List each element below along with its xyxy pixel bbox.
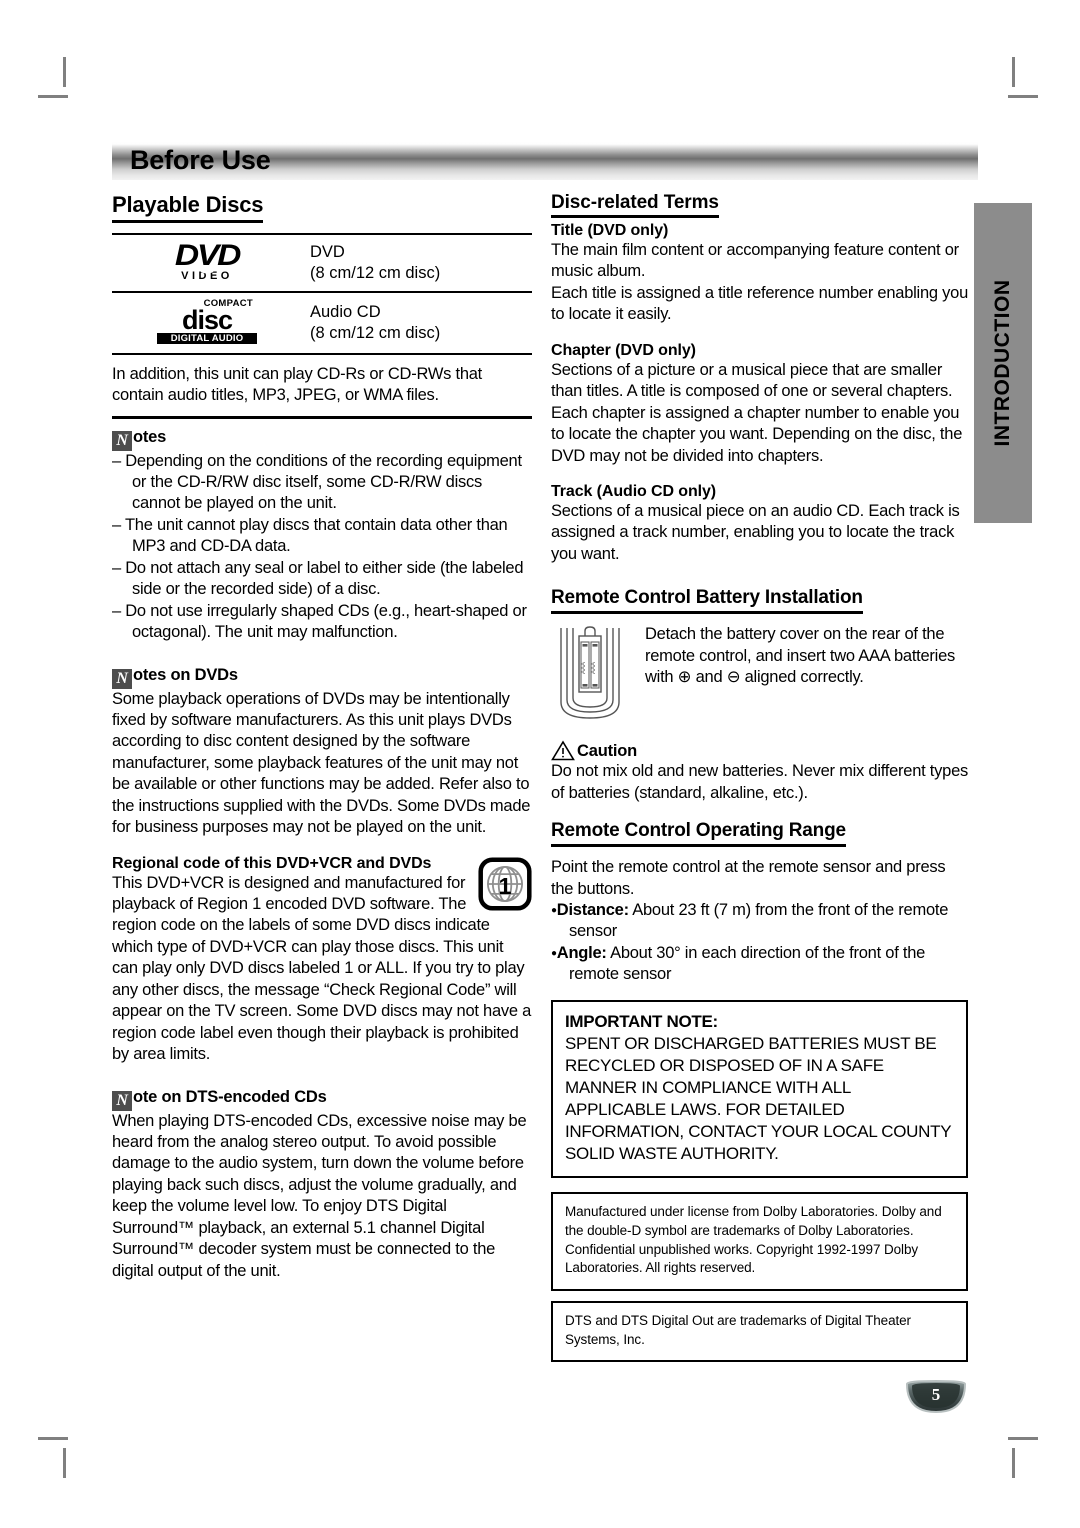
region-globe-icon: 1 — [478, 857, 532, 911]
dts-notice-box: DTS and DTS Digital Out are trademarks o… — [551, 1300, 968, 1363]
crop-mark-bottom-right-horizontal — [1008, 1437, 1038, 1440]
svg-text:AAA: AAA — [581, 662, 587, 674]
caution-body: Do not mix old and new batteries. Never … — [551, 762, 968, 802]
note-n-badge-icon: N — [112, 668, 132, 689]
note-n-badge-icon: N — [112, 430, 132, 451]
operating-range-angle-text: About 30° in each direction of the front… — [569, 943, 926, 984]
playable-discs-table: DVD VIDEO DVD (8 cm/12 cm disc) COMPACT … — [112, 232, 532, 355]
list-item: Distance: About 23 ft (7 m) from the fro… — [551, 900, 968, 943]
heading-term-chapter: Chapter (DVD only) — [551, 341, 696, 359]
heading-battery-installation: Remote Control Battery Installation — [551, 587, 863, 615]
note-n-badge-icon: N — [112, 1090, 132, 1111]
page-header-banner: Before Use — [112, 142, 978, 180]
heading-caution: Caution — [577, 742, 638, 761]
crop-mark-bottom-right-vertical — [1012, 1448, 1015, 1478]
heading-note-dts-text: ote on DTS-encoded CDs — [133, 1087, 327, 1106]
heading-notes-on-dvds: Notes on DVDs — [112, 666, 532, 689]
table-row: COMPACT disc DIGITAL AUDIO Audio CD (8 c… — [112, 292, 532, 355]
notes-on-dvds-body: Some playback operations of DVDs may be … — [112, 689, 531, 837]
heading-regional-code: Regional code of this DVD+VCR and DVDs — [112, 854, 432, 872]
cd-logo-disc-text: disc — [181, 304, 233, 335]
heading-disc-related-terms: Disc-related Terms — [551, 192, 719, 218]
dolby-notice-text: Manufactured under license from Dolby La… — [565, 1204, 942, 1276]
crop-mark-top-left-vertical — [63, 57, 66, 87]
page-title: Before Use — [130, 145, 271, 175]
disc-type-detail: (8 cm/12 cm disc) — [310, 264, 441, 283]
important-note-title: IMPORTANT NOTE: — [565, 1011, 718, 1031]
list-item: Do not attach any seal or label to eithe… — [112, 558, 532, 601]
list-item: The unit cannot play discs that contain … — [112, 515, 532, 558]
heading-notes-on-dvds-text: otes on DVDs — [133, 665, 238, 684]
list-item: Do not use irregularly shaped CDs (e.g.,… — [112, 601, 532, 644]
crop-mark-top-right-vertical — [1012, 57, 1015, 87]
heading-playable-discs: Playable Discs — [112, 192, 263, 223]
right-column: Disc-related Terms Title (DVD only) The … — [551, 192, 969, 1363]
cd-logo-digital-audio-text: DIGITAL AUDIO — [157, 332, 257, 345]
note-dts-body: When playing DTS-encoded CDs, excessive … — [112, 1111, 527, 1280]
battery-installation-body: Detach the battery cover on the rear of … — [645, 625, 956, 687]
svg-text:AAA: AAA — [591, 662, 597, 674]
disc-type-name: Audio CD — [310, 302, 381, 321]
crop-mark-top-right-horizontal — [1008, 95, 1038, 98]
term-title-body: The main film content or accompanying fe… — [551, 241, 969, 324]
crop-mark-bottom-left-horizontal — [38, 1437, 68, 1440]
disc-type-detail: (8 cm/12 cm disc) — [310, 323, 441, 342]
section-tab-introduction: INTRODUCTION — [974, 203, 1032, 523]
term-chapter-body: Sections of a picture or a musical piece… — [551, 360, 963, 465]
left-column: Playable Discs DVD VIDEO DVD (8 cm/12 cm… — [112, 192, 532, 1282]
heading-note-dts: Note on DTS-encoded CDs — [112, 1088, 532, 1111]
table-row: DVD VIDEO DVD (8 cm/12 cm disc) — [112, 232, 532, 294]
heading-notes: Notes — [112, 428, 532, 451]
svg-text:1: 1 — [498, 872, 511, 898]
list-item: Angle: About 30° in each direction of th… — [551, 943, 968, 986]
regional-code-body: This DVD+VCR is designed and manufacture… — [112, 873, 532, 1064]
playable-discs-addendum: In addition, this unit can play CD-Rs or… — [112, 364, 483, 405]
regional-code-section: 1 Regional code of this DVD+VCR and DVDs… — [112, 855, 532, 1066]
term-track-body: Sections of a musical piece on an audio … — [551, 501, 960, 563]
page-number-badge: 5 — [905, 1379, 967, 1414]
list-item: Depending on the conditions of the recor… — [112, 451, 532, 515]
disc-type-name: DVD — [310, 242, 345, 261]
warning-triangle-icon — [551, 740, 575, 761]
battery-installation-row: AAA AAA Detach the battery cover on the … — [551, 624, 968, 724]
disc-type-cell: DVD (8 cm/12 cm disc) — [302, 232, 532, 294]
important-note-box: IMPORTANT NOTE: SPENT OR DISCHARGED BATT… — [551, 999, 968, 1179]
page-number-text: 5 — [931, 1385, 941, 1404]
dolby-notice-box: Manufactured under license from Dolby La… — [551, 1192, 968, 1291]
section-tab-label: INTRODUCTION — [991, 279, 1014, 447]
disc-type-cell: Audio CD (8 cm/12 cm disc) — [302, 292, 532, 355]
heading-operating-range: Remote Control Operating Range — [551, 820, 846, 848]
dts-notice-text: DTS and DTS Digital Out are trademarks o… — [565, 1312, 911, 1347]
compact-disc-digital-audio-logo-icon: COMPACT disc DIGITAL AUDIO — [112, 292, 302, 355]
operating-range-list: Distance: About 23 ft (7 m) from the fro… — [551, 900, 968, 986]
notes-list: Depending on the conditions of the recor… — [112, 451, 532, 644]
remote-control-battery-figure: AAA AAA — [560, 626, 620, 719]
dvd-video-logo-icon: DVD VIDEO — [112, 232, 302, 294]
operating-range-angle-label: Angle: — [556, 943, 607, 962]
caution-heading-row: Caution — [551, 740, 968, 761]
heading-term-track: Track (Audio CD only) — [551, 482, 717, 500]
heading-notes-text: otes — [133, 427, 167, 446]
heading-term-title: Title (DVD only) — [551, 222, 669, 239]
dvd-logo-wordmark: DVD — [174, 239, 241, 272]
operating-range-intro: Point the remote control at the remote s… — [551, 858, 946, 898]
important-note-body: SPENT OR DISCHARGED BATTERIES MUST BE RE… — [565, 1033, 951, 1164]
crop-mark-bottom-left-vertical — [63, 1448, 66, 1478]
crop-mark-top-left-horizontal — [38, 95, 68, 98]
operating-range-distance-label: Distance: — [556, 901, 629, 919]
